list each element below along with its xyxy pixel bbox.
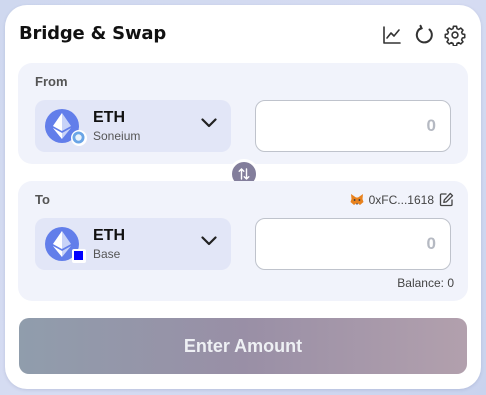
to-panel: To 0xFC...1618 ETH Base 0 Balance: 0 [18, 181, 468, 301]
chevron-down-icon [201, 236, 217, 246]
from-token-symbol: ETH [93, 109, 125, 126]
to-amount-input[interactable] [255, 218, 451, 270]
to-token-selector[interactable]: ETH Base [35, 218, 231, 270]
to-token-symbol: ETH [93, 227, 125, 244]
swap-arrows-icon [238, 168, 250, 180]
from-amount-input[interactable] [255, 100, 451, 152]
metamask-fox-icon [350, 194, 364, 205]
settings-icon[interactable] [444, 24, 466, 46]
soneium-chain-icon [71, 130, 87, 146]
wallet-address[interactable]: 0xFC...1618 [350, 192, 454, 207]
to-chain-name: Base [93, 247, 121, 261]
enter-amount-button[interactable]: Enter Amount [19, 318, 467, 374]
to-label: To [35, 192, 50, 207]
wallet-address-text: 0xFC...1618 [368, 192, 434, 207]
chart-icon[interactable] [381, 24, 403, 46]
balance-text: Balance: 0 [397, 276, 454, 290]
from-label: From [35, 74, 68, 89]
from-token-selector[interactable]: ETH Soneium [35, 100, 231, 152]
from-chain-name: Soneium [93, 129, 141, 143]
base-chain-icon [72, 249, 86, 263]
from-panel: From ETH Soneium [18, 63, 468, 164]
refresh-icon[interactable] [413, 24, 435, 46]
edit-icon[interactable] [439, 192, 454, 207]
chevron-down-icon [201, 118, 217, 128]
page-title: Bridge & Swap [19, 23, 166, 44]
bridge-swap-card: Bridge & Swap From ETH Soneium 0 To 0xFC… [5, 5, 481, 389]
